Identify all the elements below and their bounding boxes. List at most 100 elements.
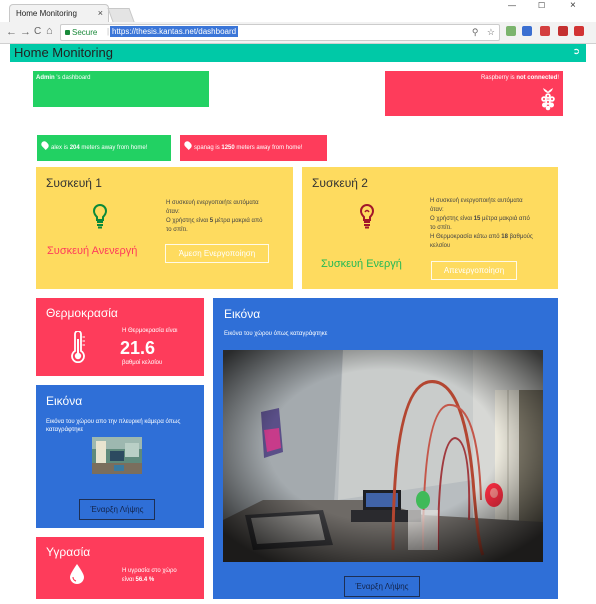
browser-tabstrip: Home Monitoring × — ☐ × <box>0 0 596 22</box>
lightbulb-icon <box>92 203 108 229</box>
reload-icon[interactable]: C <box>34 26 41 37</box>
secure-label: Secure <box>72 28 98 37</box>
device-description: Η συσκευή ενεργοποιήτε αυτόματα όταν: Ο … <box>430 197 533 251</box>
desc-text: Η Θερμοκρασία κάτω από <box>430 234 502 240</box>
device-status: Συσκευή Ενεργή <box>321 258 402 270</box>
temperature-card: Θερμοκρασία Η Θερμοκρασία είναι 21.6 βαθ… <box>36 298 204 376</box>
device-desc-line: το σπίτι. <box>166 227 188 233</box>
location-user: spanag <box>194 145 214 151</box>
device-desc-line: Ο χρήστης είναι 5 μέτρα μακριά από <box>166 217 263 226</box>
tab-close-icon[interactable]: × <box>98 8 103 18</box>
humidity-value: 56.4 % <box>135 577 155 583</box>
device-desc-line: Η συσκευή ενεργοποιήτε αυτόματα <box>166 200 259 206</box>
location-mid: is <box>62 145 70 151</box>
address-divider: | <box>107 27 110 36</box>
desc-text: μέτρα μακριά από <box>480 216 530 222</box>
side-camera-title: Εικόνα <box>46 394 83 408</box>
main-camera-card: Εικόνα Εικόνα του χώρου όπως καταγράφτηκ… <box>213 298 558 599</box>
map-marker-icon <box>40 140 50 150</box>
extension-3-icon[interactable] <box>540 26 550 36</box>
extension-1-icon[interactable] <box>506 26 516 36</box>
dashboard-suffix: 's dashboard <box>54 75 91 81</box>
raspberry-pi-icon <box>541 88 555 111</box>
browser-toolbar: ← → C ⌂ Secure | https://thesis.kantas.n… <box>0 22 596 44</box>
extension-4-icon[interactable] <box>558 26 568 36</box>
location-suffix: meters away from home! <box>234 145 303 151</box>
raspberry-post: ! <box>557 75 559 81</box>
temperature-value: 21.6 <box>120 338 156 358</box>
thermometer-icon <box>71 331 85 363</box>
app-title: Home Monitoring <box>14 45 113 60</box>
secure-indicator[interactable]: Secure <box>65 28 97 37</box>
humidity-label: Η υγρασία στο χώρο <box>122 568 177 574</box>
back-icon[interactable]: ← <box>6 26 17 38</box>
deactivate-button[interactable]: Απενεργοποίηση <box>431 261 517 280</box>
device-desc-line: Η συσκευή ενεργοποιήτε αυτόματα <box>430 198 523 204</box>
device-status: Συσκευή Ανενεργή <box>47 245 138 257</box>
tab-title: Home Monitoring <box>16 9 77 18</box>
location-card: alex is 204 meters away from home! <box>37 135 171 161</box>
url-text[interactable]: https://thesis.kantas.net/dashboard <box>110 26 239 37</box>
device-card-1: Συσκευή 1 Η συσκευή ενεργοποιήτε αυτόματ… <box>36 167 293 289</box>
side-camera-thumbnail[interactable] <box>92 437 142 474</box>
main-camera-title: Εικόνα <box>224 307 261 321</box>
device-desc-line: κελσίου <box>430 243 451 249</box>
omnibox-icons: ⚲ ☆ <box>472 27 495 38</box>
activate-button[interactable]: Άμεση Ενεργοποίηση <box>165 244 269 263</box>
humidity-title: Υγρασία <box>46 545 91 559</box>
location-user: alex <box>51 145 63 151</box>
location-distance: 1250 <box>221 145 235 151</box>
app-header: Home Monitoring ➲ <box>10 44 586 62</box>
device-card-2: Συσκευή 2 Η συσκευή ενεργοποιήτε αυτόματ… <box>302 167 558 289</box>
forward-icon[interactable]: → <box>20 26 31 38</box>
browser-tab[interactable]: Home Monitoring × <box>9 4 109 22</box>
desc-text: Ο χρήστης είναι <box>166 218 210 224</box>
desc-value: 18 <box>501 234 508 240</box>
side-camera-description: Εικόνα του χώρου απο την πλευρική κάμερα… <box>46 419 181 433</box>
desc-text: μέτρα μακριά από <box>213 218 263 224</box>
device-desc-line: Ο χρήστης είναι 15 μέτρα μακριά από <box>430 215 533 224</box>
desc-text: Ο χρήστης είναι <box>430 216 474 222</box>
home-icon[interactable]: ⌂ <box>46 25 53 37</box>
new-tab-button[interactable] <box>107 8 135 22</box>
location-text: spanag is 1250 meters away from home! <box>194 145 302 151</box>
minimize-icon[interactable]: — <box>508 1 516 10</box>
raspberry-pre: Raspberry is <box>480 75 517 81</box>
side-camera-card: Εικόνα Εικόνα του χώρου απο την πλευρική… <box>36 385 204 528</box>
device-desc-line: Η Θερμοκρασία κάτω από 18 βαθμούς <box>430 233 533 242</box>
side-camera-capture-button[interactable]: Έναρξη Λήψης <box>79 499 155 520</box>
desc-text: βαθμούς <box>507 234 533 240</box>
location-text: alex is 204 meters away from home! <box>51 145 147 151</box>
device-title: Συσκευή 1 <box>46 176 102 190</box>
extension-2-icon[interactable] <box>522 26 532 36</box>
location-suffix: meters away from home! <box>79 145 148 151</box>
map-marker-icon <box>183 140 193 150</box>
device-desc-line: όταν: <box>166 209 180 215</box>
search-icon[interactable]: ⚲ <box>472 27 479 37</box>
humidity-value-pre: είναι <box>122 577 136 583</box>
main-camera-capture-button[interactable]: Έναρξη Λήψης <box>344 576 420 597</box>
address-bar[interactable]: Secure | https://thesis.kantas.net/dashb… <box>60 24 500 41</box>
bookmark-star-icon[interactable]: ☆ <box>487 27 495 37</box>
device-desc-line: όταν: <box>430 207 444 213</box>
raspberry-bold: not connected <box>516 75 558 81</box>
sign-out-icon[interactable]: ➲ <box>572 46 580 57</box>
lightbulb-icon <box>359 203 375 229</box>
humidity-value-line: είναι 56.4 % <box>122 577 154 583</box>
device-title: Συσκευή 2 <box>312 176 368 190</box>
location-card: spanag is 1250 meters away from home! <box>180 135 327 161</box>
humidity-card: Υγρασία Η υγρασία στο χώρο είναι 56.4 % <box>36 537 204 599</box>
location-distance: 204 <box>69 145 80 151</box>
water-drop-icon <box>70 564 84 584</box>
window-close-icon[interactable]: × <box>570 0 576 11</box>
temperature-label: Η Θερμοκρασία είναι <box>122 328 178 334</box>
raspberry-status-text: Raspberry is not connected! <box>481 75 559 81</box>
dashboard-user: Admin <box>36 75 55 81</box>
device-description: Η συσκευή ενεργοποιήτε αυτόματα όταν: Ο … <box>166 199 263 235</box>
maximize-icon[interactable]: ☐ <box>538 1 545 10</box>
temperature-title: Θερμοκρασία <box>46 306 118 320</box>
gmail-icon[interactable] <box>574 26 584 36</box>
main-camera-image[interactable] <box>223 350 543 562</box>
main-camera-description: Εικόνα του χώρου όπως καταγράφτηκε <box>224 331 328 337</box>
dashboard-card: Admin 's dashboard <box>33 71 209 107</box>
